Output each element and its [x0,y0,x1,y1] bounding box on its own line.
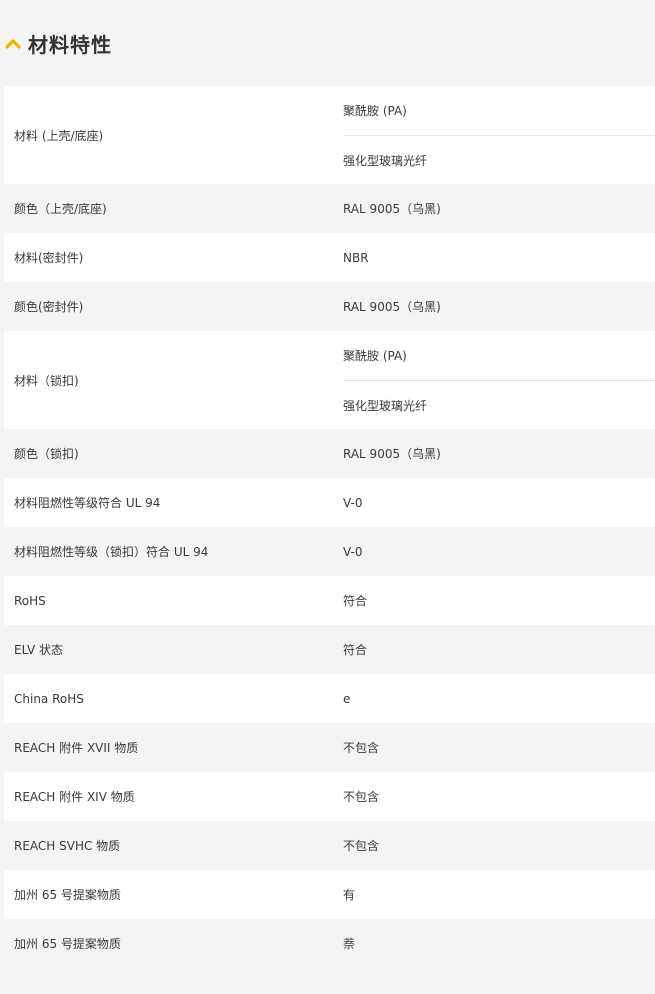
property-value: 不包含 [343,839,380,853]
property-values: 萘 [343,919,655,968]
property-values: e [343,674,655,723]
property-values: 不包含 [343,723,655,772]
property-values: RAL 9005（乌黑) [343,429,655,478]
table-row: 材料 (上壳/底座) 聚酰胺 (PA) 强化型玻璃光纤 [4,86,655,184]
property-value: RAL 9005（乌黑) [343,300,441,314]
table-row: 材料阻燃性等级符合 UL 94 V-0 [4,478,655,527]
chevron-up-icon [4,36,22,50]
properties-table: 材料 (上壳/底座) 聚酰胺 (PA) 强化型玻璃光纤 颜色（上壳/底座) RAL 90… [4,86,655,968]
property-value: 符合 [343,594,368,608]
property-values: 聚酰胺 (PA) 强化型玻璃光纤 [343,86,655,184]
property-value: 有 [343,888,356,902]
section-header-materials[interactable]: 材料特性 [0,0,655,86]
property-values: V-0 [343,478,655,527]
property-label: RoHS [14,593,46,608]
table-row: 加州 65 号提案物质 萘 [4,919,655,968]
property-values: 不包含 [343,772,655,821]
property-value: RAL 9005（乌黑) [343,447,441,461]
property-values: NBR [343,233,655,282]
property-label: ELV 状态 [14,643,63,657]
property-label: 材料(密封件) [14,251,84,265]
property-values: 符合 [343,576,655,625]
property-values: 有 [343,870,655,919]
table-row: 颜色（锁扣) RAL 9005（乌黑) [4,429,655,478]
property-label: 加州 65 号提案物质 [14,888,121,902]
property-value: NBR [343,250,369,265]
property-label: 材料（锁扣) [14,373,79,388]
property-label: 颜色(密封件) [14,300,84,314]
property-label: REACH 附件 XIV 物质 [14,790,135,804]
property-label: REACH 附件 XVII 物质 [14,741,139,755]
property-value: 强化型玻璃光纤 [343,135,655,184]
property-value: 强化型玻璃光纤 [343,380,655,429]
property-value: 不包含 [343,741,380,755]
property-value: 萘 [343,937,356,951]
property-value: 聚酰胺 (PA) [343,349,407,363]
property-value: RAL 9005（乌黑) [343,202,441,216]
table-row: REACH 附件 XIV 物质 不包含 [4,772,655,821]
property-value: 聚酰胺 (PA) [343,104,407,118]
property-label: China RoHS [14,691,84,706]
property-label: REACH SVHC 物质 [14,839,121,853]
property-label: 颜色（锁扣) [14,447,79,461]
table-row: China RoHS e [4,674,655,723]
property-value: V-0 [343,495,363,510]
table-row: ELV 状态 符合 [4,625,655,674]
property-values: 不包含 [343,821,655,870]
table-row: REACH SVHC 物质 不包含 [4,821,655,870]
table-row: RoHS 符合 [4,576,655,625]
table-row: 材料(密封件) NBR [4,233,655,282]
section-title: 材料特性 [28,32,112,57]
property-label: 材料 (上壳/底座) [14,128,104,143]
property-label: 颜色（上壳/底座) [14,202,107,216]
table-row: 颜色(密封件) RAL 9005（乌黑) [4,282,655,331]
table-row: 加州 65 号提案物质 有 [4,870,655,919]
property-value: V-0 [343,544,363,559]
property-value: 不包含 [343,790,380,804]
property-values: RAL 9005（乌黑) [343,282,655,331]
property-values: 聚酰胺 (PA) 强化型玻璃光纤 [343,331,655,429]
table-row: 材料（锁扣) 聚酰胺 (PA) 强化型玻璃光纤 [4,331,655,429]
property-values: RAL 9005（乌黑) [343,184,655,233]
property-value: e [343,691,351,706]
property-label: 材料阻燃性等级（锁扣）符合 UL 94 [14,545,209,559]
table-row: REACH 附件 XVII 物质 不包含 [4,723,655,772]
table-row: 材料阻燃性等级（锁扣）符合 UL 94 V-0 [4,527,655,576]
table-row: 颜色（上壳/底座) RAL 9005（乌黑) [4,184,655,233]
property-values: V-0 [343,527,655,576]
property-label: 加州 65 号提案物质 [14,937,121,951]
property-values: 符合 [343,625,655,674]
property-value: 符合 [343,643,368,657]
property-label: 材料阻燃性等级符合 UL 94 [14,496,161,510]
